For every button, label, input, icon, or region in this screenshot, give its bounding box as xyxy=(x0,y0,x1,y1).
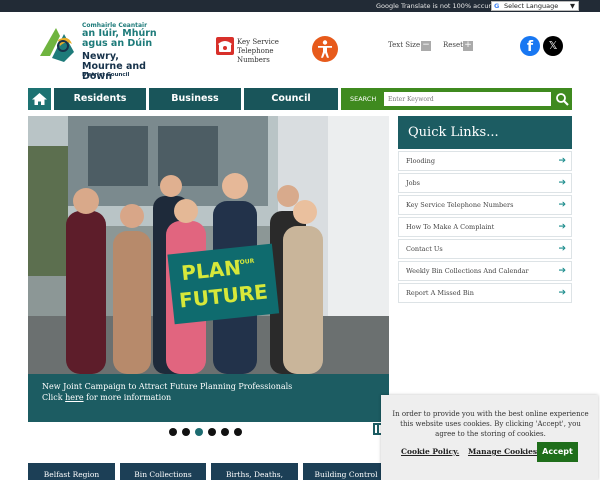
tile-building-control[interactable]: Building Control xyxy=(303,463,389,480)
quick-link-label: Flooding xyxy=(406,157,436,165)
hero-caption-link[interactable]: here xyxy=(65,393,83,402)
quick-link-label: How To Make A Complaint xyxy=(406,223,495,231)
slide-dot-active[interactable] xyxy=(195,428,203,436)
language-select[interactable]: G Select Language ▼ xyxy=(491,1,579,11)
manage-cookies-link[interactable]: Manage Cookies xyxy=(468,447,537,456)
quick-link-flooding[interactable]: Flooding ➔ xyxy=(398,151,572,171)
arrow-right-icon: ➔ xyxy=(558,244,566,254)
arrow-right-icon: ➔ xyxy=(558,222,566,232)
quick-link-label: Key Service Telephone Numbers xyxy=(406,201,514,209)
hero-photo: PLAN YOUR FUTURE xyxy=(28,116,389,374)
plan-your-future-sign: PLAN YOUR FUTURE xyxy=(167,243,280,325)
quick-link-contact-us[interactable]: Contact Us ➔ xyxy=(398,239,572,259)
caption-prefix: Click xyxy=(42,393,66,402)
quick-link-label: Report A Missed Bin xyxy=(406,289,474,297)
search-label: SEARCH xyxy=(350,95,377,103)
cookie-banner: In order to provide you with the best on… xyxy=(381,395,598,480)
quick-link-complaint[interactable]: How To Make A Complaint ➔ xyxy=(398,217,572,237)
nav-business[interactable]: Business xyxy=(149,88,241,110)
hero-caption: New Joint Campaign to Attract Future Pla… xyxy=(28,374,389,422)
quick-link-missed-bin[interactable]: Report A Missed Bin ➔ xyxy=(398,283,572,303)
tile-births-deaths[interactable]: Births, Deaths, xyxy=(211,463,298,480)
home-icon[interactable] xyxy=(28,88,51,110)
chevron-down-icon: ▼ xyxy=(570,2,575,10)
x-twitter-icon[interactable]: 𝕏 xyxy=(543,36,563,56)
reset-label: Reset xyxy=(443,41,463,49)
arrow-right-icon: ➔ xyxy=(558,156,566,166)
accept-cookies-button[interactable]: Accept xyxy=(537,442,578,462)
slide-dot[interactable] xyxy=(221,428,229,436)
slide-dot[interactable] xyxy=(182,428,190,436)
hero-caption-title: New Joint Campaign to Attract Future Pla… xyxy=(42,382,293,391)
council-logo-icon[interactable] xyxy=(36,22,78,64)
logo-district-council: District Council xyxy=(82,72,130,78)
quick-links-title: Quick Links... xyxy=(398,116,572,149)
language-select-label: Select Language xyxy=(504,2,559,10)
arrow-right-icon: ➔ xyxy=(558,178,566,188)
slide-dot[interactable] xyxy=(234,428,242,436)
logo-irish-name: an Iúir, Mhúrn agus an Dúin xyxy=(82,28,157,49)
top-bar: Google Translate is not 100% accurate G … xyxy=(0,0,600,12)
search-input[interactable] xyxy=(384,92,551,106)
nav-residents[interactable]: Residents xyxy=(54,88,146,110)
text-size-increase-button[interactable]: + xyxy=(463,41,473,51)
slide-dot[interactable] xyxy=(169,428,177,436)
search-icon[interactable] xyxy=(554,91,570,107)
hero-slideshow[interactable]: PLAN YOUR FUTURE New Joint Campaign to A… xyxy=(28,116,389,422)
quick-links-list: Flooding ➔ Jobs ➔ Key Service Telephone Nu… xyxy=(398,151,572,305)
quick-link-label: Weekly Bin Collections And Calendar xyxy=(406,267,529,275)
slide-dot[interactable] xyxy=(208,428,216,436)
quick-link-label: Contact Us xyxy=(406,245,443,253)
quick-link-bin-collections[interactable]: Weekly Bin Collections And Calendar ➔ xyxy=(398,261,572,281)
tile-belfast-region[interactable]: Belfast Region xyxy=(28,463,115,480)
quick-link-jobs[interactable]: Jobs ➔ xyxy=(398,173,572,193)
cookie-policy-link[interactable]: Cookie Policy. xyxy=(401,447,459,456)
tile-bin-collections[interactable]: Bin Collections xyxy=(120,463,206,480)
quick-link-label: Jobs xyxy=(406,179,421,187)
accessibility-icon[interactable] xyxy=(312,36,338,62)
text-size-decrease-button[interactable]: − xyxy=(421,41,431,51)
translate-note: Google Translate is not 100% accurate xyxy=(376,2,502,10)
cookie-message: In order to provide you with the best on… xyxy=(392,410,589,438)
caption-suffix: for more information xyxy=(83,393,172,402)
key-telephone-link[interactable]: Key Service Telephone Numbers xyxy=(237,38,307,65)
text-size-label: Text Size xyxy=(388,41,421,49)
nav-council[interactable]: Council xyxy=(244,88,338,110)
hero-caption-subtitle: Click here for more information xyxy=(42,392,375,403)
quick-link-telephone-numbers[interactable]: Key Service Telephone Numbers ➔ xyxy=(398,195,572,215)
arrow-right-icon: ➔ xyxy=(558,288,566,298)
arrow-right-icon: ➔ xyxy=(558,266,566,276)
arrow-right-icon: ➔ xyxy=(558,200,566,210)
search-bar: SEARCH xyxy=(341,88,572,110)
facebook-icon[interactable]: f xyxy=(520,36,540,56)
phone-icon[interactable] xyxy=(216,37,234,55)
google-icon: G xyxy=(494,2,500,10)
